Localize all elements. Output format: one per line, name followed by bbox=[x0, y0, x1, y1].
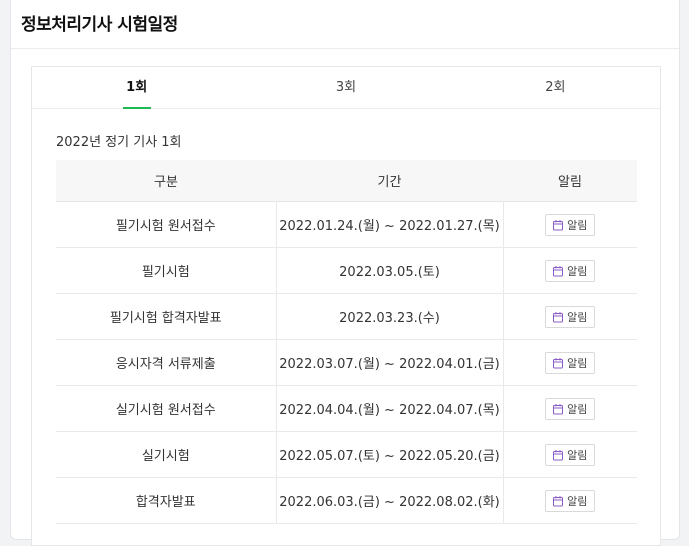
exam-subtitle: 2022년 정기 기사 1회 bbox=[56, 135, 182, 150]
header-period: 기간 bbox=[276, 160, 503, 202]
row-category: 필기시험 원서접수 bbox=[56, 201, 276, 248]
table-row: 필기시험 원서접수 2022.01.24.(월) ~ 2022.01.27.(목)… bbox=[56, 201, 637, 248]
calendar-icon bbox=[552, 265, 564, 277]
tab-session-1[interactable]: 1회 bbox=[32, 67, 241, 109]
row-period: 2022.06.03.(금) ~ 2022.08.02.(화) bbox=[275, 477, 504, 524]
row-alarm-cell: 알림 bbox=[503, 247, 637, 294]
calendar-icon bbox=[552, 219, 564, 231]
row-period: 2022.03.23.(수) bbox=[275, 293, 504, 340]
table-row: 필기시험 합격자발표 2022.03.23.(수) 알림 bbox=[56, 293, 637, 340]
row-alarm-cell: 알림 bbox=[503, 293, 637, 340]
row-alarm-cell: 알림 bbox=[503, 431, 637, 478]
calendar-icon bbox=[552, 311, 564, 323]
row-alarm-cell: 알림 bbox=[503, 339, 637, 386]
alarm-button-label: 알림 bbox=[567, 402, 588, 416]
tab-session-3[interactable]: 3회 bbox=[241, 67, 450, 108]
header-alarm: 알림 bbox=[503, 160, 637, 202]
alarm-button-label: 알림 bbox=[567, 494, 588, 508]
alarm-button[interactable]: 알림 bbox=[545, 213, 596, 236]
table-row: 실기시험 2022.05.07.(토) ~ 2022.05.20.(금) 알림 bbox=[56, 431, 637, 478]
schedule-panel: 1회 3회 2회 2022년 정기 기사 1회 구분 기간 알림 필기시험 원서… bbox=[31, 66, 661, 546]
row-period: 2022.01.24.(월) ~ 2022.01.27.(목) bbox=[275, 201, 504, 248]
alarm-button[interactable]: 알림 bbox=[545, 351, 596, 374]
row-alarm-cell: 알림 bbox=[503, 201, 637, 248]
alarm-button-label: 알림 bbox=[567, 310, 588, 324]
calendar-icon bbox=[552, 357, 564, 369]
alarm-button-label: 알림 bbox=[567, 356, 588, 370]
tab-session-2[interactable]: 2회 bbox=[451, 67, 660, 108]
schedule-rows: 필기시험 원서접수 2022.01.24.(월) ~ 2022.01.27.(목)… bbox=[56, 201, 637, 524]
row-category: 응시자격 서류제출 bbox=[56, 339, 276, 386]
exam-schedule-card: 정보처리기사 시험일정 1회 3회 2회 2022년 정기 기사 1회 구분 기… bbox=[10, 0, 680, 546]
row-category: 필기시험 bbox=[56, 247, 276, 294]
alarm-button[interactable]: 알림 bbox=[545, 489, 596, 512]
table-row: 응시자격 서류제출 2022.03.07.(월) ~ 2022.04.01.(금)… bbox=[56, 339, 637, 386]
header-category: 구분 bbox=[56, 160, 276, 202]
row-period: 2022.03.05.(토) bbox=[275, 247, 504, 294]
calendar-icon bbox=[552, 495, 564, 507]
calendar-icon bbox=[552, 449, 564, 461]
row-alarm-cell: 알림 bbox=[503, 477, 637, 524]
alarm-button[interactable]: 알림 bbox=[545, 259, 596, 282]
alarm-button-label: 알림 bbox=[567, 264, 588, 278]
title-divider bbox=[11, 48, 679, 49]
alarm-button-label: 알림 bbox=[567, 448, 588, 462]
page-title: 정보처리기사 시험일정 bbox=[21, 15, 178, 35]
row-period: 2022.04.04.(월) ~ 2022.04.07.(목) bbox=[275, 385, 504, 432]
row-category: 합격자발표 bbox=[56, 477, 276, 524]
table-row: 필기시험 2022.03.05.(토) 알림 bbox=[56, 247, 637, 294]
alarm-button[interactable]: 알림 bbox=[545, 305, 596, 328]
schedule-table: 구분 기간 알림 필기시험 원서접수 2022.01.24.(월) ~ 2022.… bbox=[56, 160, 637, 524]
table-header-row: 구분 기간 알림 bbox=[56, 160, 637, 202]
alarm-button-label: 알림 bbox=[567, 218, 588, 232]
table-row: 실기시험 원서접수 2022.04.04.(월) ~ 2022.04.07.(목)… bbox=[56, 385, 637, 432]
row-alarm-cell: 알림 bbox=[503, 385, 637, 432]
row-category: 실기시험 원서접수 bbox=[56, 385, 276, 432]
row-period: 2022.05.07.(토) ~ 2022.05.20.(금) bbox=[275, 431, 504, 478]
row-category: 필기시험 합격자발표 bbox=[56, 293, 276, 340]
alarm-button[interactable]: 알림 bbox=[545, 443, 596, 466]
calendar-icon bbox=[552, 403, 564, 415]
alarm-button[interactable]: 알림 bbox=[545, 397, 596, 420]
row-period: 2022.03.07.(월) ~ 2022.04.01.(금) bbox=[275, 339, 504, 386]
session-tabs: 1회 3회 2회 bbox=[32, 67, 660, 109]
table-row: 합격자발표 2022.06.03.(금) ~ 2022.08.02.(화) 알림 bbox=[56, 477, 637, 524]
row-category: 실기시험 bbox=[56, 431, 276, 478]
